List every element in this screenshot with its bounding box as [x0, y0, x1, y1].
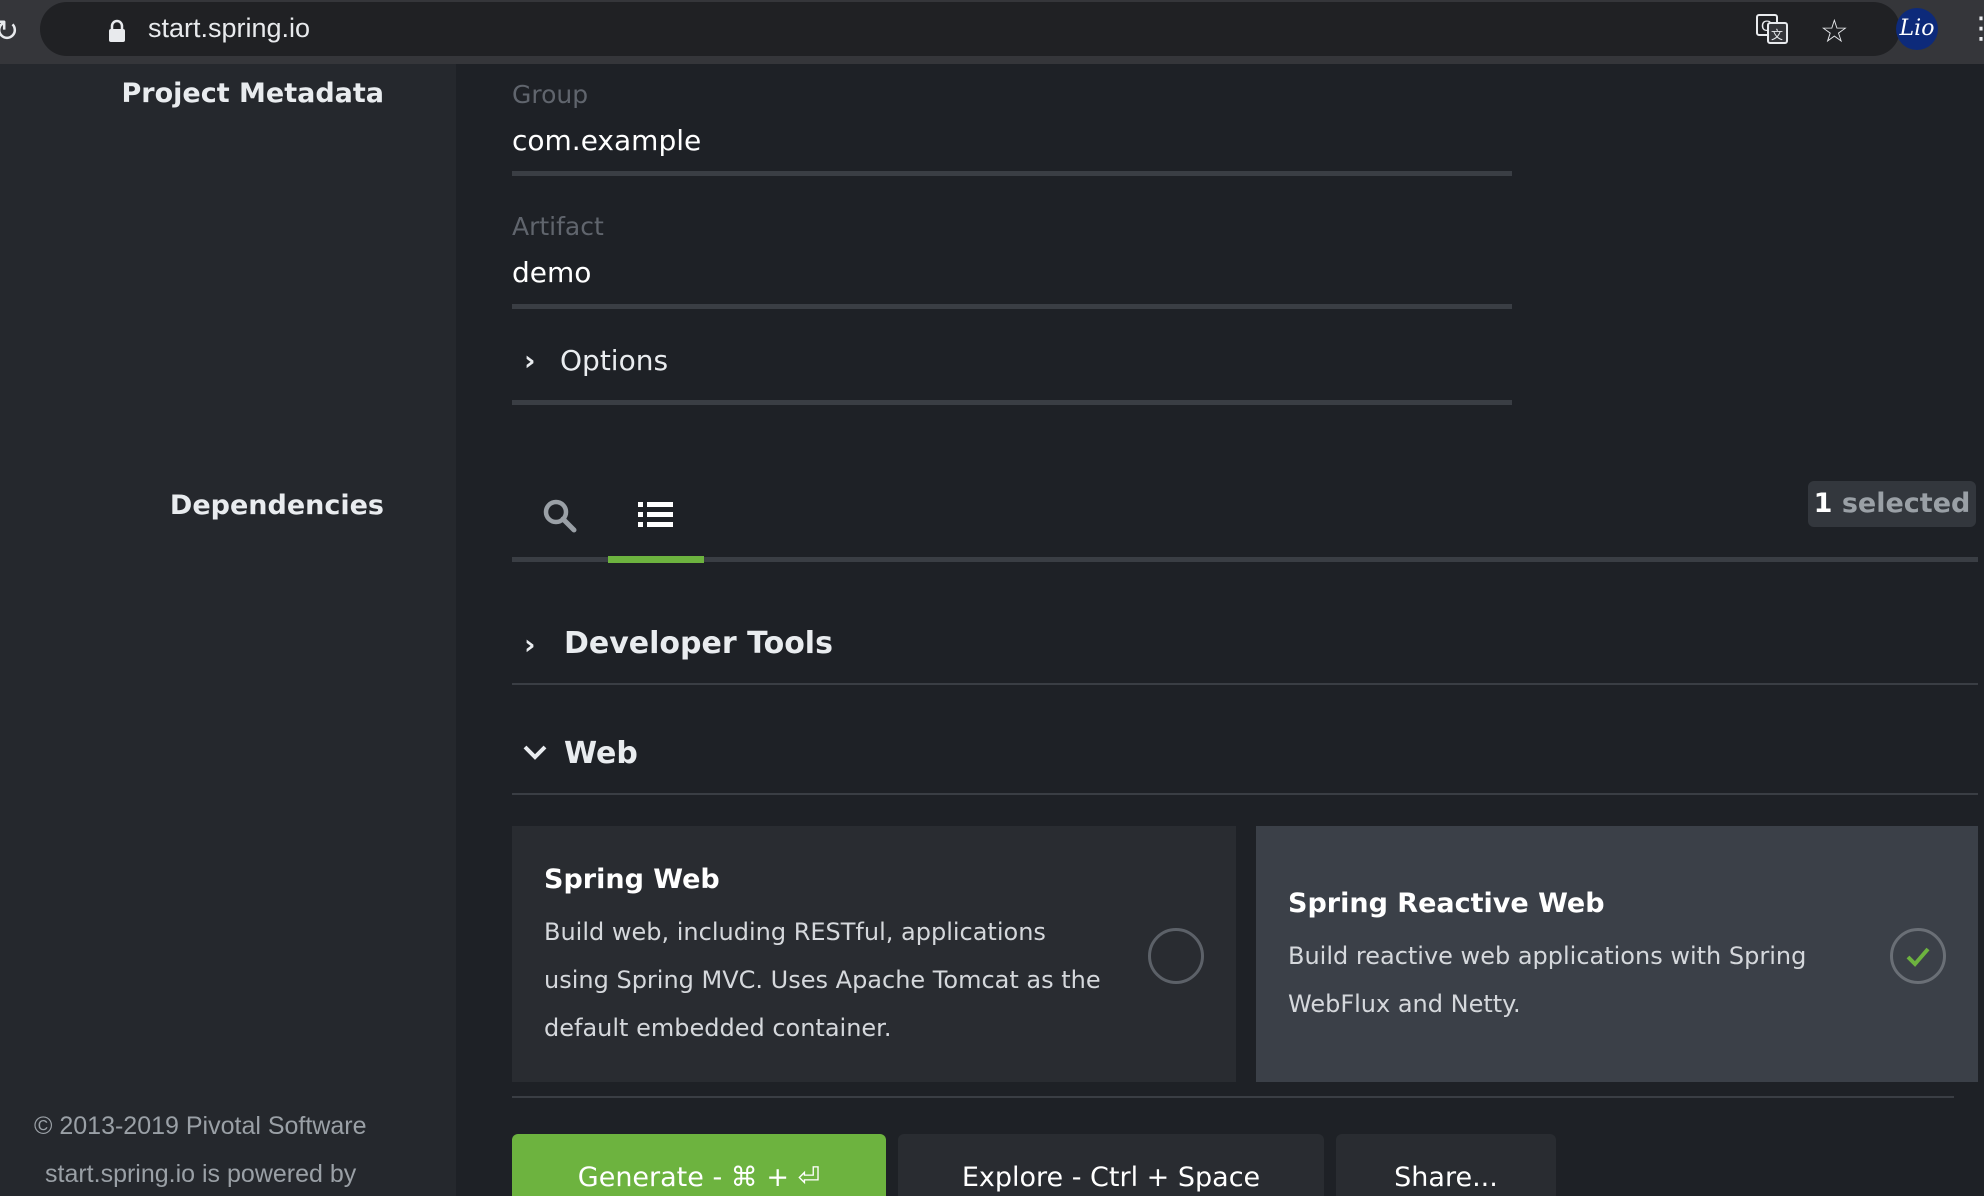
dependencies-heading: Dependencies — [169, 490, 384, 521]
artifact-underline — [512, 304, 1512, 309]
group-underline — [512, 171, 1512, 176]
card-title: Spring Web — [544, 864, 720, 895]
card-description-line: using Spring MVC. Uses Apache Tomcat as … — [544, 966, 1101, 994]
search-icon — [542, 498, 578, 538]
chevron-right-icon[interactable]: › — [524, 344, 536, 377]
card-description: Build reactive web applications with Spr… — [1288, 932, 1888, 1028]
card-description-line: WebFlux and Netty. — [1288, 990, 1521, 1018]
address-bar[interactable]: start.spring.io — [40, 2, 1900, 56]
group-web[interactable]: Web — [564, 736, 638, 771]
sidebar: Project Metadata Dependencies © 2013-201… — [0, 64, 456, 1196]
group-divider — [512, 793, 1978, 795]
group-developer-tools[interactable]: Developer Tools — [564, 626, 833, 661]
dependency-card-spring-reactive-web[interactable]: Spring Reactive Web Build reactive web a… — [1256, 826, 1978, 1082]
group-input[interactable]: com.example — [512, 124, 701, 157]
footer-powered-by: start.spring.io is powered by — [45, 1160, 357, 1188]
browser-toolbar: ↻ start.spring.io G文 ☆ Lio ⋮ — [0, 0, 1984, 64]
share-button[interactable]: Share... — [1336, 1134, 1556, 1196]
card-title: Spring Reactive Web — [1288, 888, 1605, 919]
card-description: Build web, including RESTful, applicatio… — [544, 908, 1144, 1052]
actions-divider — [512, 1096, 1954, 1098]
card-description-line: Build reactive web applications with Spr… — [1288, 942, 1807, 970]
tab-search[interactable] — [512, 486, 608, 556]
list-icon — [638, 500, 674, 534]
explore-button[interactable]: Explore - Ctrl + Space — [898, 1134, 1324, 1196]
translate-icon[interactable]: G文 — [1756, 14, 1788, 48]
url-text[interactable]: start.spring.io — [148, 13, 310, 44]
chevron-down-icon[interactable] — [522, 744, 548, 766]
dependency-card-spring-web[interactable]: Spring Web Build web, including RESTful,… — [512, 826, 1236, 1082]
active-tab-indicator — [608, 556, 704, 563]
chevron-right-icon[interactable]: › — [524, 628, 536, 661]
footer-copyright: © 2013-2019 Pivotal Software — [34, 1112, 367, 1140]
generate-button[interactable]: Generate - ⌘ + ⏎ — [512, 1134, 886, 1196]
selected-count: 1 — [1813, 488, 1833, 519]
options-toggle[interactable]: Options — [560, 344, 668, 377]
bookmark-star-icon[interactable]: ☆ — [1820, 12, 1849, 50]
card-description-line: default embedded container. — [544, 1014, 892, 1042]
options-underline — [512, 400, 1512, 405]
artifact-label: Artifact — [512, 212, 604, 241]
artifact-input[interactable]: demo — [512, 256, 591, 289]
reload-icon[interactable]: ↻ — [0, 14, 19, 49]
tab-list[interactable] — [608, 486, 704, 556]
tabs-divider — [512, 557, 1978, 562]
profile-avatar[interactable]: Lio — [1896, 8, 1938, 50]
group-divider — [512, 683, 1978, 685]
browser-menu-icon[interactable]: ⋮ — [1966, 12, 1984, 46]
selected-count-badge: 1 selected — [1808, 481, 1976, 527]
project-metadata-heading: Project Metadata — [121, 78, 384, 109]
selected-suffix: selected — [1832, 488, 1971, 519]
card-description-line: Build web, including RESTful, applicatio… — [544, 918, 1046, 946]
svg-text:文: 文 — [1771, 27, 1783, 42]
group-label: Group — [512, 80, 589, 109]
checkmark-circle-icon[interactable] — [1890, 928, 1946, 984]
lock-icon[interactable] — [108, 19, 126, 47]
unchecked-circle-icon[interactable] — [1148, 928, 1204, 984]
